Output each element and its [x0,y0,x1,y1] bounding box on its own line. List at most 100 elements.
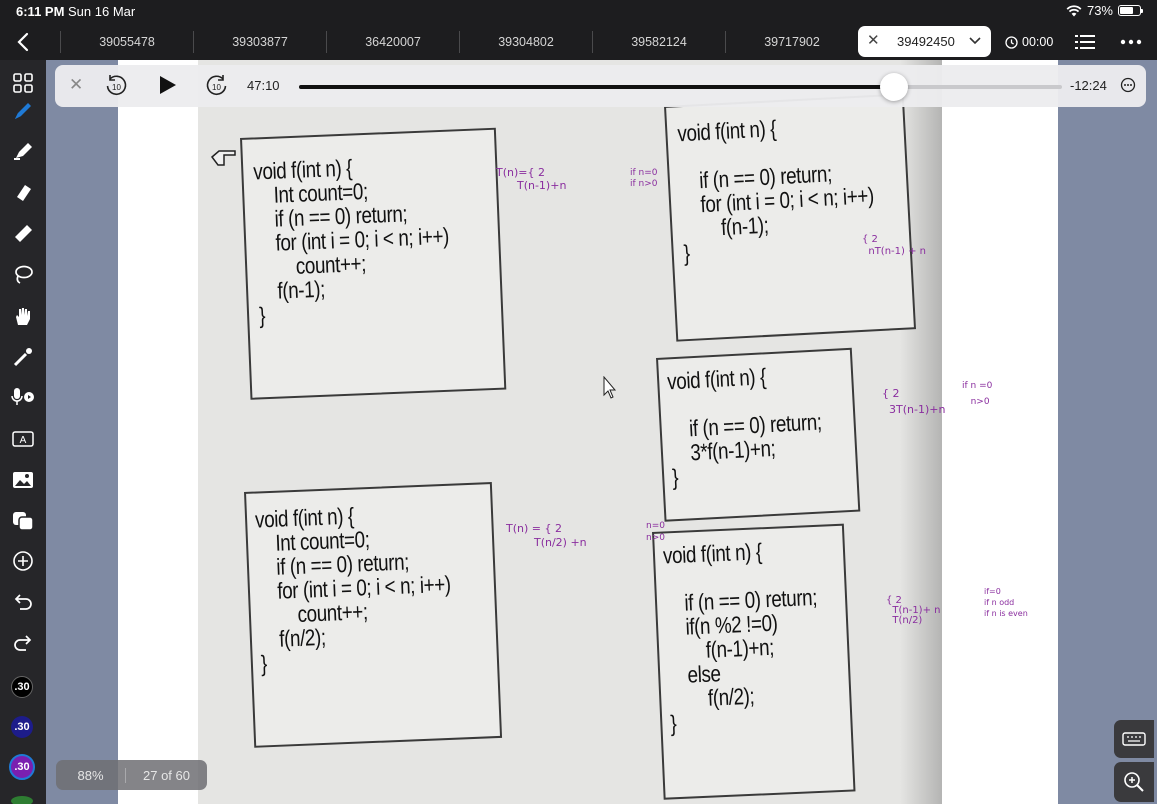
keyboard-icon [1122,732,1146,746]
plus-circle-icon [13,551,33,571]
sticker-tool[interactable] [8,506,38,536]
skip-forward-label: 10 [212,83,221,92]
elapsed-time: 47:10 [247,78,280,93]
svg-text:A: A [20,435,27,446]
hand-icon [16,308,30,325]
mouse-cursor-icon [603,376,617,399]
code-block-b: void f(int n) { if (n == 0) return; for … [664,93,917,342]
skip-back-label: 10 [112,83,121,92]
eraser-icon [17,185,31,201]
handwritten-note: if n =0 n>0 [962,381,993,407]
grid-icon [13,73,33,93]
code-block-e: void f(int n) { if (n == 0) return; if(n… [652,523,856,800]
highlighter-tool[interactable] [8,136,38,166]
text-box-icon: A [12,431,34,447]
chevron-down-icon[interactable] [968,33,982,47]
document-tab[interactable]: 39582124 [592,31,725,53]
document-tab-active[interactable]: ✕ 39492450 [858,26,991,57]
skip-back-button[interactable]: 10 [104,74,128,98]
code-block-d: void f(int n) { Int count=0; if (n == 0)… [244,482,503,748]
handwritten-note: T(n)={ 2 T(n-1)+n [496,166,567,192]
document-tab[interactable]: 39304802 [459,31,592,53]
list-icon[interactable] [1075,34,1095,50]
chevron-left-icon [17,32,29,52]
close-tab-icon[interactable]: ✕ [867,31,880,49]
document-tab-bar: 39055478 39303877 36420007 39304802 3958… [0,24,1157,60]
back-button[interactable] [10,29,36,55]
remaining-time: -12:24 [1070,78,1107,93]
status-date: Sun 16 Mar [68,4,136,19]
grid-view-tool[interactable] [8,68,38,98]
keyboard-button[interactable] [1114,720,1154,758]
ruler-eraser-icon [15,225,32,242]
handwritten-note: { 2 T(n-1)+ n T(n/2) [886,595,941,626]
image-icon [13,472,33,488]
battery-percent: 73% [1086,3,1113,18]
play-button[interactable] [159,75,177,100]
code-line: } [669,710,677,737]
seek-slider[interactable] [299,73,1062,101]
more-icon[interactable] [1120,34,1142,50]
audio-record-tool[interactable] [8,382,38,412]
play-icon [160,76,176,94]
pen-tool[interactable] [8,96,38,126]
tool-sidebar: A .30 .30 .30 [0,60,46,804]
laser-pointer-tool[interactable] [8,342,38,372]
image-tool[interactable] [8,465,38,495]
hand-tool[interactable] [8,301,38,331]
battery-icon [1118,5,1143,16]
code-block-c: void f(int n) { if (n == 0) return; 3*f(… [656,347,861,522]
status-bar: 6:11 PM Sun 16 Mar 73% [0,0,1157,24]
document-tab[interactable]: 39717902 [725,31,858,53]
status-indicators: 73% [1066,3,1143,18]
pen-size-green[interactable] [11,796,33,804]
page-indicator[interactable]: 88% 27 of 60 [56,760,207,790]
shape-eraser-tool[interactable] [8,218,38,248]
lasso-icon [15,265,33,284]
timer[interactable]: 00:00 [1005,35,1053,49]
zoom-in-icon [1124,772,1144,792]
document-tab[interactable]: 39055478 [60,31,193,53]
seek-thumb[interactable] [880,73,909,101]
highlighter-icon [14,143,32,160]
undo-icon [14,594,32,610]
clock-icon [1005,35,1018,49]
skip-forward-button[interactable]: 10 [205,74,229,98]
lasso-tool[interactable] [8,259,38,289]
page-count: 27 of 60 [143,767,190,783]
microphone-icon [11,388,34,405]
document-tab[interactable]: 39303877 [193,31,326,53]
pen-size-navy[interactable]: .30 [11,716,33,738]
skip-back-icon: 10 [106,75,127,95]
wifi-icon [1066,4,1082,16]
text-box-tool[interactable]: A [8,424,38,454]
more-options-icon[interactable] [1120,77,1136,93]
status-time: 6:11 PM [16,4,65,19]
pen-size-purple-selected[interactable]: .30 [9,754,35,780]
battery-level [1120,7,1134,14]
redo-button[interactable] [8,628,38,658]
zoom-button[interactable] [1114,762,1154,802]
pen-icon [15,103,31,119]
laser-pointer-icon [13,348,32,367]
redo-icon [14,635,32,651]
handwritten-note: if n=0 if n>0 [630,168,658,189]
eraser-tool[interactable] [8,177,38,207]
undo-button[interactable] [8,587,38,617]
timer-value: 00:00 [1022,35,1054,49]
handwritten-note: { 2 nT(n-1) + n [862,234,926,257]
add-tool-button[interactable] [8,546,38,576]
close-player-icon[interactable]: ✕ [69,75,83,95]
active-tab-label: 39492450 [897,34,955,49]
code-block-a: void f(int n) { Int count=0; if (n == 0)… [240,127,507,400]
skip-forward-icon: 10 [206,75,227,95]
handwritten-note: if=0 if n odd if n is even [984,587,1028,618]
handwritten-note: n=0 n>0 [646,521,665,543]
pointer-hand-icon [210,150,236,166]
pen-size-black[interactable]: .30 [11,676,33,698]
elements-icon [13,512,34,531]
handwritten-note: T(n) = { 2 T(n/2) +n [506,522,587,549]
video-player-bar: ✕ 10 10 47:10 -12:24 [55,65,1146,107]
zoom-level: 88% [56,767,126,783]
document-tab[interactable]: 36420007 [326,31,459,53]
